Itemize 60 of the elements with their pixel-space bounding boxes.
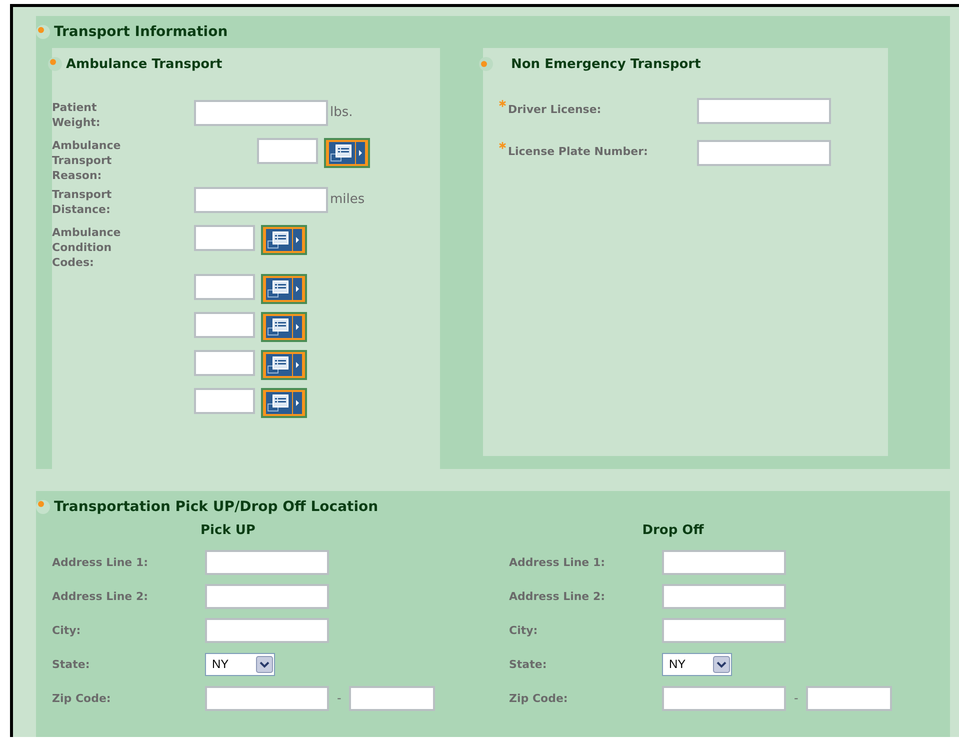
bullet-icon <box>479 57 493 71</box>
column-heading: Pick UP <box>200 523 256 540</box>
column-heading: Drop Off <box>641 523 705 540</box>
field-label: Transport Distance: <box>52 187 113 217</box>
input-field[interactable] <box>697 98 831 124</box>
bullet-icon <box>48 57 62 71</box>
lookup-button[interactable] <box>261 312 307 342</box>
field-label: City: <box>509 622 539 638</box>
input-field[interactable] <box>697 140 831 166</box>
panel-title: Non Emergency Transport <box>511 56 701 72</box>
input-field[interactable] <box>194 100 328 126</box>
input-field[interactable] <box>205 686 329 710</box>
input-field[interactable] <box>662 550 786 574</box>
state-dropdown[interactable]: NY <box>662 652 732 676</box>
input-field[interactable] <box>257 138 318 164</box>
input-field[interactable] <box>194 350 255 376</box>
input-field[interactable] <box>662 618 786 642</box>
field-label: City: <box>52 622 82 638</box>
field-label: Address Line 2: <box>52 588 150 604</box>
lookup-button[interactable] <box>261 274 307 304</box>
field-label: License Plate Number: <box>508 144 648 159</box>
bullet-icon <box>36 500 50 514</box>
lookup-button[interactable] <box>261 350 307 380</box>
field-label: Address Line 2: <box>509 588 606 604</box>
panel-title: Ambulance Transport <box>66 56 222 72</box>
chevron-down-icon[interactable] <box>713 656 730 672</box>
input-field[interactable] <box>194 187 328 213</box>
field-label: Address Line 1: <box>52 554 150 570</box>
field-label: Ambulance Condition Codes: <box>52 225 122 270</box>
separator-text: - <box>794 691 798 705</box>
input-field[interactable] <box>349 686 436 710</box>
input-field[interactable] <box>205 618 329 642</box>
unit-label: lbs. <box>330 105 353 120</box>
lookup-button[interactable] <box>261 388 307 418</box>
separator-text: - <box>337 691 342 705</box>
lookup-button[interactable] <box>261 225 307 255</box>
field-label: Driver License: <box>508 102 602 117</box>
input-field[interactable] <box>806 686 892 710</box>
field-label: Zip Code: <box>509 690 569 706</box>
field-label: Ambulance Transport Reason: <box>52 138 122 183</box>
field-label: State: <box>509 656 548 672</box>
section-title: Transport Information <box>54 24 228 40</box>
field-label: Zip Code: <box>52 690 112 706</box>
input-field[interactable] <box>205 584 329 608</box>
unit-label: miles <box>330 192 365 207</box>
field-label: State: <box>52 656 91 672</box>
lookup-button[interactable] <box>324 138 370 168</box>
input-field[interactable] <box>194 274 255 300</box>
input-field[interactable] <box>194 225 255 251</box>
bullet-icon <box>36 25 50 39</box>
input-field[interactable] <box>662 584 786 608</box>
section-title: Transportation Pick UP/Drop Off Location <box>54 499 378 515</box>
input-field[interactable] <box>194 312 255 338</box>
field-label: Patient Weight: <box>52 100 102 130</box>
state-dropdown[interactable]: NY <box>205 652 275 676</box>
field-label: Address Line 1: <box>509 554 606 570</box>
chevron-down-icon[interactable] <box>256 656 273 672</box>
input-field[interactable] <box>662 686 786 710</box>
input-field[interactable] <box>194 388 255 414</box>
input-field[interactable] <box>205 550 329 574</box>
